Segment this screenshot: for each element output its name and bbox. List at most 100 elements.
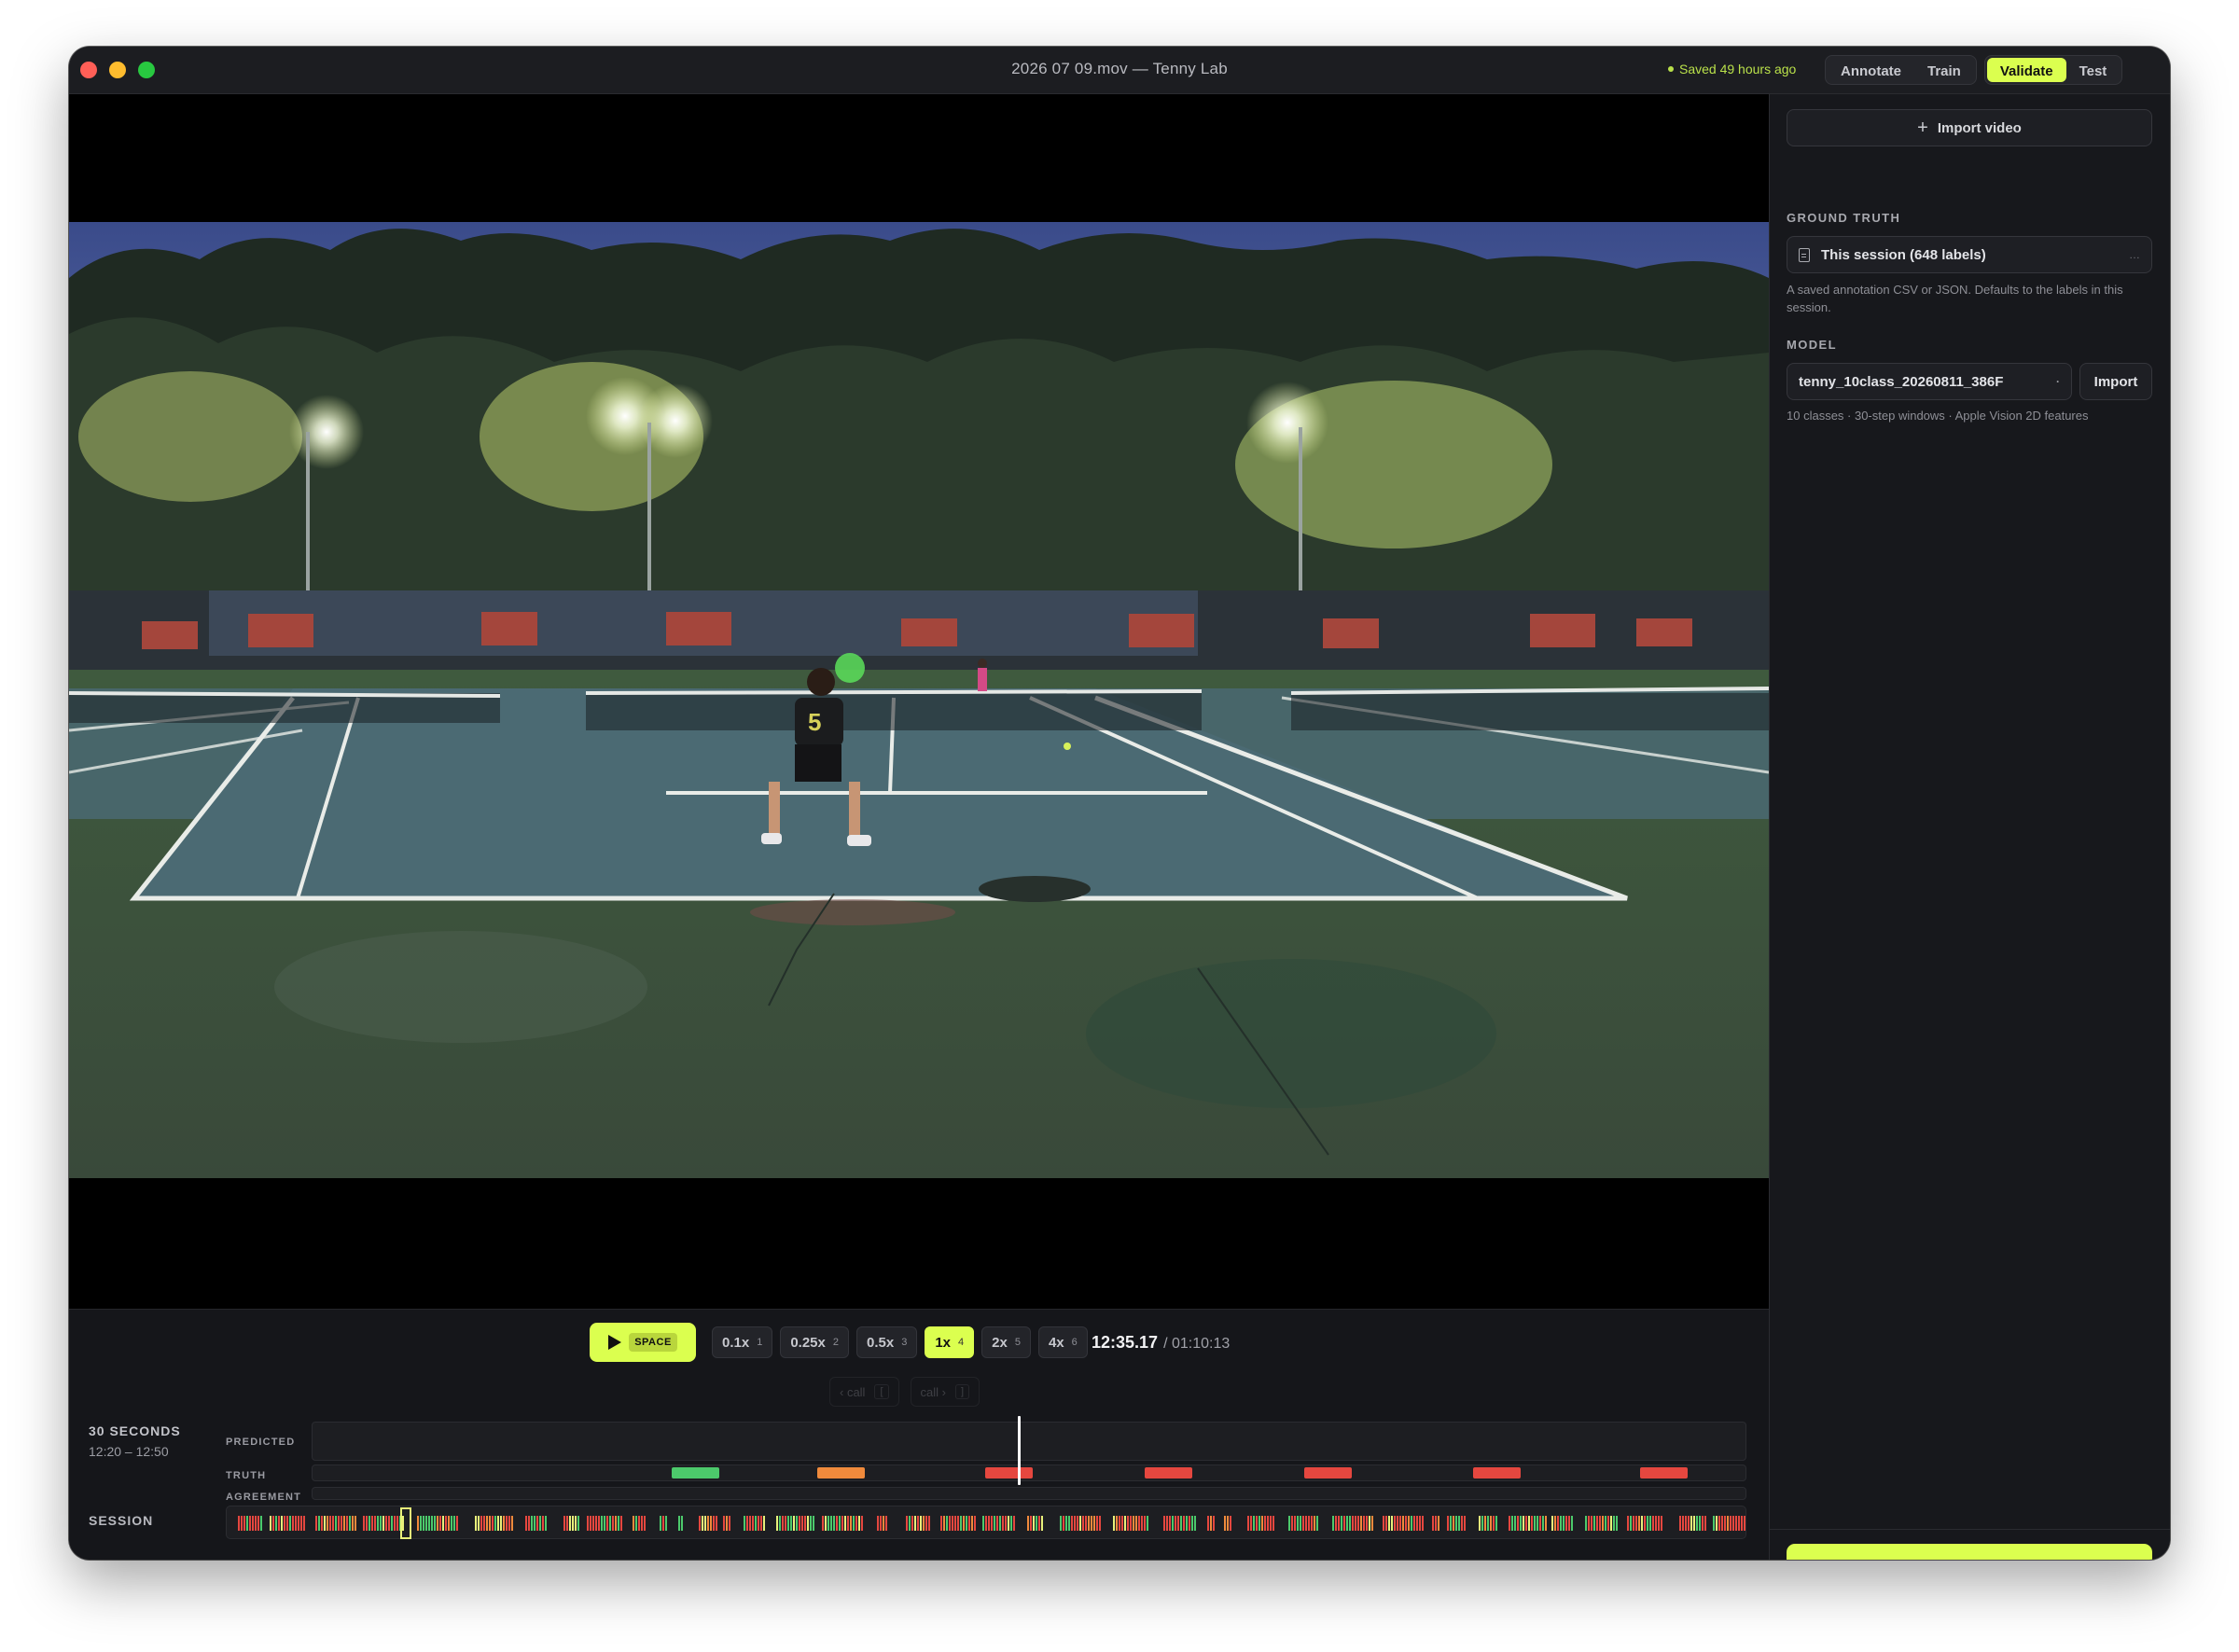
session-event-tick (1464, 1516, 1466, 1531)
model-select[interactable]: tenny_10class_20260811_386F · (1787, 363, 2072, 400)
session-event-tick (954, 1516, 956, 1531)
session-event-tick (609, 1516, 611, 1531)
session-event-tick (713, 1516, 715, 1531)
session-event-tick (249, 1516, 251, 1531)
session-event-tick (1099, 1516, 1101, 1531)
play-shortcut-key: SPACE (629, 1333, 677, 1352)
play-button[interactable]: SPACE (590, 1323, 696, 1362)
session-event-tick (341, 1516, 342, 1531)
session-event-tick (592, 1516, 594, 1531)
session-event-tick (391, 1516, 393, 1531)
session-event-tick (497, 1516, 499, 1531)
session-event-tick (1514, 1516, 1516, 1531)
session-event-tick (833, 1516, 835, 1531)
session-event-tick (1633, 1516, 1634, 1531)
next-call-button[interactable]: call ›] (910, 1377, 980, 1407)
session-event-tick (1661, 1516, 1662, 1531)
session-event-tick (1679, 1516, 1681, 1531)
session-event-tick (1041, 1516, 1043, 1531)
session-event-tick (1479, 1516, 1481, 1531)
session-event-tick (577, 1516, 579, 1531)
session-event-tick (1408, 1516, 1410, 1531)
session-event-tick (572, 1516, 574, 1531)
truth-segment[interactable] (817, 1467, 865, 1478)
session-event-tick (292, 1516, 294, 1531)
session-event-tick (528, 1516, 530, 1531)
session-event-tick (830, 1516, 832, 1531)
session-event-tick (1718, 1516, 1720, 1531)
session-event-tick (1693, 1516, 1695, 1531)
session-event-tick (506, 1516, 508, 1531)
import-model-button[interactable]: Import (2079, 363, 2152, 400)
session-overview-track[interactable] (226, 1506, 1746, 1539)
sidebar-divider (1770, 1529, 2170, 1530)
predicted-track[interactable] (312, 1422, 1746, 1461)
session-event-tick (1447, 1516, 1449, 1531)
session-event-tick (1127, 1516, 1129, 1531)
session-event-tick (949, 1516, 951, 1531)
video-viewport[interactable]: 5 (69, 94, 1769, 1356)
session-event-tick (796, 1516, 798, 1531)
speed-label: 0.5x (867, 1334, 895, 1351)
agreement-track[interactable] (312, 1487, 1746, 1500)
session-event-tick (1213, 1516, 1215, 1531)
session-event-tick (827, 1516, 829, 1531)
run-inference-button[interactable]: Run inference → (1787, 1544, 2152, 1560)
session-event-tick (1713, 1516, 1715, 1531)
session-event-tick (1607, 1516, 1609, 1531)
session-event-tick (1685, 1516, 1687, 1531)
truth-segment[interactable] (1304, 1467, 1352, 1478)
session-event-tick (1696, 1516, 1698, 1531)
session-event-tick (853, 1516, 855, 1531)
speed-2x-button[interactable]: 2x 5 (981, 1326, 1031, 1358)
session-event-tick (1391, 1516, 1393, 1531)
truth-segment[interactable] (1145, 1467, 1192, 1478)
session-event-tick (1405, 1516, 1407, 1531)
session-event-tick (1177, 1516, 1179, 1531)
speed-0-1x-button[interactable]: 0.1x 1 (712, 1326, 773, 1358)
session-event-tick (660, 1516, 661, 1531)
mode-validate-button[interactable]: Validate (1986, 58, 2066, 82)
session-event-tick (1369, 1516, 1370, 1531)
truth-segment[interactable] (985, 1467, 1033, 1478)
session-event-tick (327, 1516, 328, 1531)
session-event-tick (1528, 1516, 1530, 1531)
mode-annotate-button[interactable]: Annotate (1828, 58, 1914, 82)
session-event-tick (999, 1516, 1001, 1531)
prev-call-button[interactable]: ‹ call [ (829, 1377, 899, 1407)
session-event-tick (423, 1516, 424, 1531)
agreement-row-label: AGREEMENT (226, 1492, 302, 1503)
ground-truth-heading: GROUND TRUTH (1787, 211, 1901, 225)
session-event-tick (1610, 1516, 1612, 1531)
video-frame[interactable]: 5 (69, 222, 1769, 1178)
import-video-button[interactable]: + Import video (1787, 109, 2152, 146)
model-help: 10 classes · 30-step windows · Apple Vis… (1787, 409, 2089, 423)
mode-train-button[interactable]: Train (1914, 58, 1974, 82)
session-event-tick (566, 1516, 568, 1531)
session-event-tick (982, 1516, 984, 1531)
speed-0-5x-button[interactable]: 0.5x 3 (856, 1326, 918, 1358)
session-event-tick (295, 1516, 297, 1531)
session-event-tick (1093, 1516, 1095, 1531)
session-event-tick (925, 1516, 927, 1531)
session-event-tick (1068, 1516, 1070, 1531)
truth-segment[interactable] (1640, 1467, 1688, 1478)
session-event-tick (1355, 1516, 1356, 1531)
speed-0-25x-button[interactable]: 0.25x 2 (780, 1326, 849, 1358)
speed-1x-button[interactable]: 1x 4 (925, 1326, 975, 1358)
ground-truth-select[interactable]: This session (648 labels) … (1787, 236, 2152, 273)
session-event-tick (1453, 1516, 1454, 1531)
mode-test-button[interactable]: Test (2066, 58, 2121, 82)
truth-segment[interactable] (1473, 1467, 1521, 1478)
next-call-shortcut: ] (954, 1384, 970, 1399)
session-event-tick (1272, 1516, 1274, 1531)
save-status-text: Saved 49 hours ago (1679, 62, 1797, 76)
truth-segment[interactable] (672, 1467, 719, 1478)
playhead[interactable] (1018, 1416, 1021, 1485)
truth-track[interactable] (312, 1465, 1746, 1481)
session-event-tick (1596, 1516, 1598, 1531)
speed-4x-button[interactable]: 4x 6 (1037, 1326, 1088, 1358)
session-event-tick (1314, 1516, 1315, 1531)
session-event-tick (1721, 1516, 1723, 1531)
session-event-tick (991, 1516, 993, 1531)
